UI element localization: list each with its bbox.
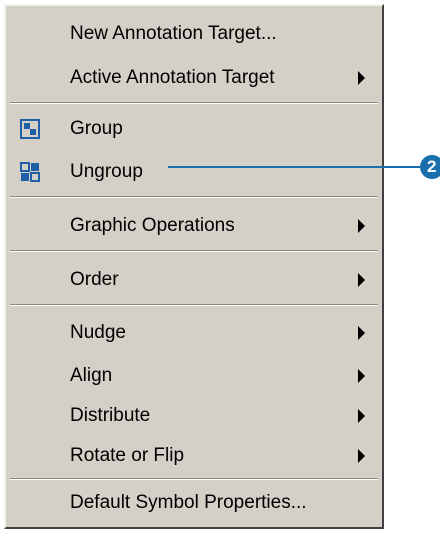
- menu-item-new-annotation-target[interactable]: New Annotation Target...: [6, 14, 382, 54]
- menu-item-align[interactable]: Align: [6, 356, 382, 396]
- menu-item-label: Ungroup: [70, 161, 143, 182]
- menu-item-order[interactable]: Order: [6, 260, 382, 300]
- menu-item-label: Default Symbol Properties...: [70, 492, 307, 513]
- submenu-arrow-icon: [358, 219, 365, 233]
- menu-item-default-symbol-properties[interactable]: Default Symbol Properties...: [6, 483, 382, 523]
- menu-item-label: Group: [70, 118, 123, 139]
- menu-item-group[interactable]: Group: [6, 109, 382, 149]
- submenu-arrow-icon: [358, 369, 365, 383]
- menu-item-ungroup[interactable]: Ungroup: [6, 152, 382, 192]
- menu-item-label: Active Annotation Target: [70, 67, 275, 88]
- submenu-arrow-icon: [358, 273, 365, 287]
- menu-item-label: Order: [70, 269, 119, 290]
- menu-item-label: Graphic Operations: [70, 215, 235, 236]
- callout-line: [168, 166, 420, 168]
- context-menu: New Annotation Target... Active Annotati…: [4, 4, 384, 529]
- menu-item-graphic-operations[interactable]: Graphic Operations: [6, 206, 382, 246]
- submenu-arrow-icon: [358, 326, 365, 340]
- menu-separator: [10, 304, 378, 306]
- menu-item-rotate-or-flip[interactable]: Rotate or Flip: [6, 436, 382, 476]
- menu-item-active-annotation-target[interactable]: Active Annotation Target: [6, 58, 382, 98]
- submenu-arrow-icon: [358, 71, 365, 85]
- menu-separator: [10, 478, 378, 480]
- menu-item-label: New Annotation Target...: [70, 23, 277, 44]
- menu-separator: [10, 102, 378, 104]
- menu-item-nudge[interactable]: Nudge: [6, 313, 382, 353]
- ungroup-icon: [20, 162, 40, 182]
- menu-separator: [10, 196, 378, 198]
- menu-item-label: Rotate or Flip: [70, 445, 185, 466]
- group-icon: [20, 119, 40, 139]
- menu-item-label: Align: [70, 365, 113, 386]
- submenu-arrow-icon: [358, 409, 365, 423]
- menu-item-label: Distribute: [70, 405, 151, 426]
- submenu-arrow-icon: [358, 449, 365, 463]
- menu-item-label: Nudge: [70, 322, 126, 343]
- menu-separator: [10, 250, 378, 252]
- menu-item-distribute[interactable]: Distribute: [6, 396, 382, 436]
- callout-number-badge: 2: [420, 155, 440, 179]
